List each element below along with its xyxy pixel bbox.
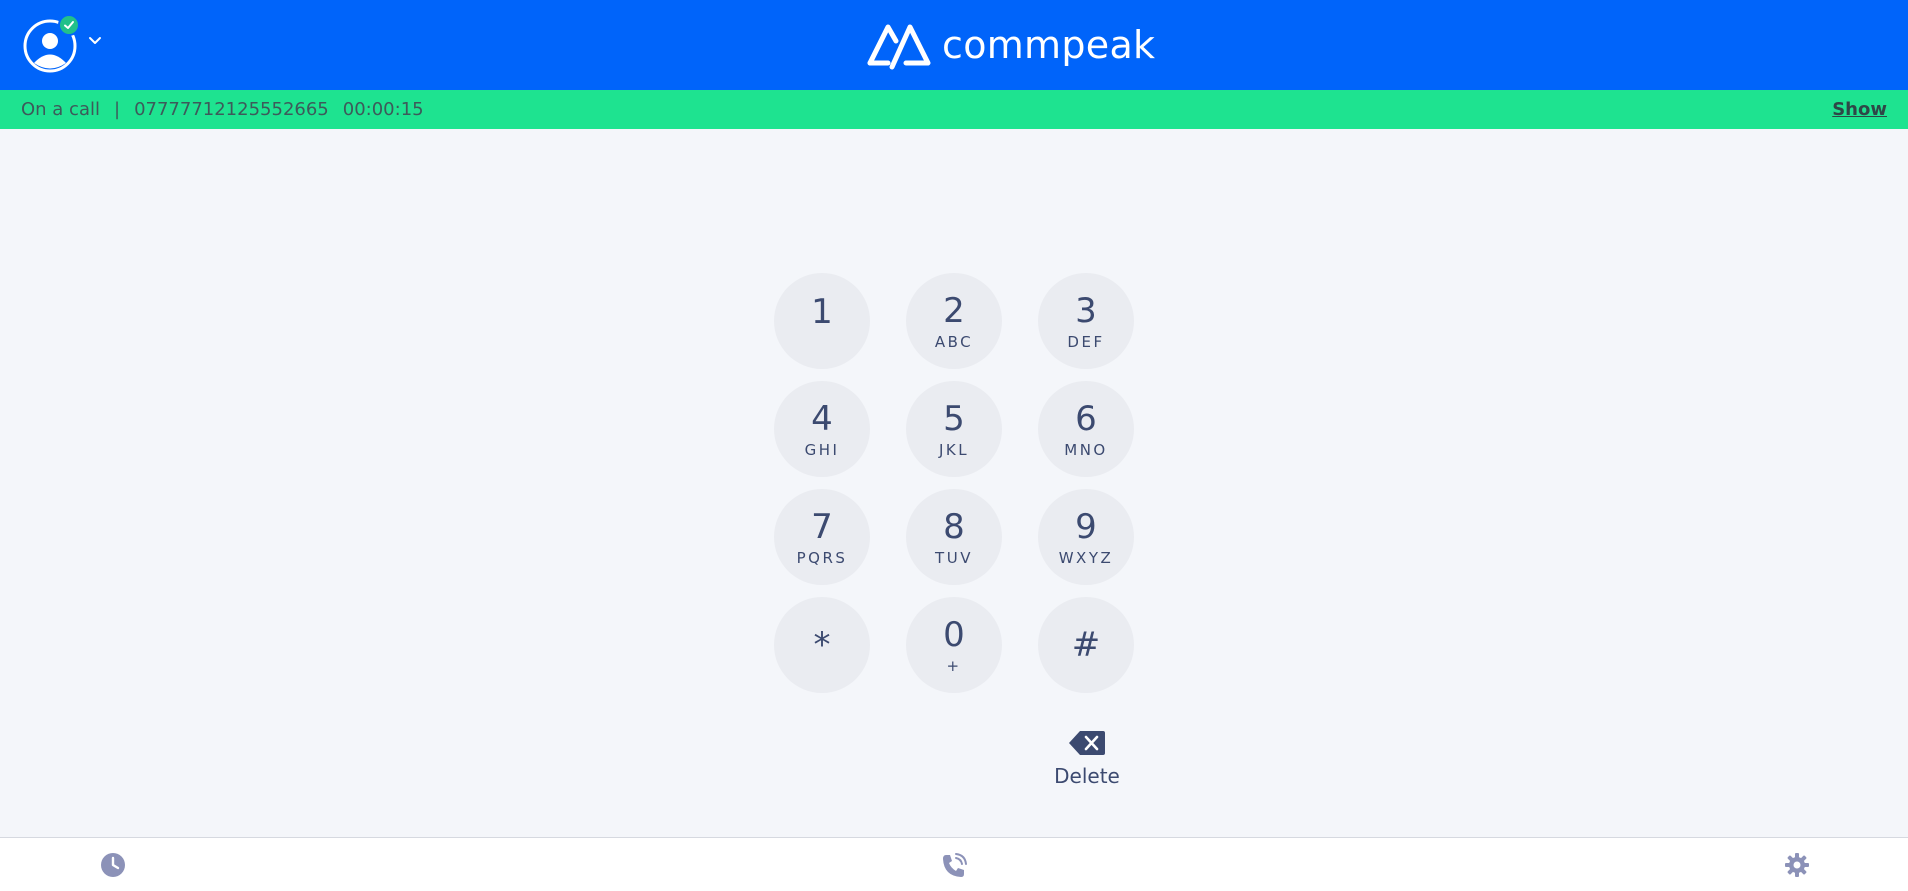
show-call-link[interactable]: Show (1832, 99, 1887, 120)
key-letters: + (946, 657, 962, 675)
dialpad-key-star[interactable]: * (774, 597, 870, 693)
dialpad-key-hash[interactable]: # (1038, 597, 1134, 693)
bottom-nav (0, 837, 1908, 891)
commpeak-logo-icon (867, 24, 931, 70)
key-digit: 9 (1075, 507, 1097, 547)
key-digit: * (813, 625, 831, 665)
key-digit: 3 (1075, 291, 1097, 331)
key-letters: TUV (935, 549, 973, 567)
key-letters: PQRS (796, 549, 848, 567)
key-digit: 1 (811, 292, 833, 332)
commpeak-logo: commpeak (866, 18, 1155, 72)
key-digit: 0 (943, 615, 965, 655)
delete-label: Delete (1054, 764, 1120, 788)
check-icon (64, 21, 74, 29)
dialpad-key-3[interactable]: 3 DEF (1038, 273, 1134, 369)
call-phone-number: 07777712125552665 (134, 99, 329, 120)
delete-button[interactable]: Delete (1036, 730, 1138, 802)
dialpad-key-4[interactable]: 4 GHI (774, 381, 870, 477)
logo-text: commpeak (942, 23, 1156, 67)
clock-icon[interactable] (100, 852, 126, 878)
backspace-icon (1069, 731, 1105, 755)
call-separator: | (113, 99, 121, 120)
key-digit: 8 (943, 507, 965, 547)
dialpad-key-2[interactable]: 2 ABC (906, 273, 1002, 369)
key-digit: # (1071, 625, 1101, 665)
header: commpeak (0, 0, 1908, 90)
call-status: On a call (21, 99, 100, 120)
key-digit: 5 (943, 399, 965, 439)
phone-ringing-icon[interactable] (940, 852, 968, 880)
key-digit: 2 (943, 291, 965, 331)
gear-icon[interactable] (1784, 852, 1810, 878)
chevron-down-icon[interactable] (88, 36, 102, 46)
dialpad-key-0[interactable]: 0 + (906, 597, 1002, 693)
dialpad-key-8[interactable]: 8 TUV (906, 489, 1002, 585)
dialpad-key-5[interactable]: 5 JKL (906, 381, 1002, 477)
key-letters: DEF (1067, 333, 1105, 351)
dialpad-key-7[interactable]: 7 PQRS (774, 489, 870, 585)
dialpad-key-9[interactable]: 9 WXYZ (1038, 489, 1134, 585)
key-letters: GHI (804, 441, 840, 459)
key-letters: JKL (938, 441, 970, 459)
active-call-banner: On a call | 07777712125552665 00:00:15 S… (0, 90, 1908, 129)
key-digit: 4 (811, 399, 833, 439)
key-letters: ABC (934, 333, 974, 351)
softphone-app: commpeak On a call | 07777712125552665 0… (0, 0, 1908, 891)
avatar[interactable] (22, 14, 82, 74)
dialpad-key-1[interactable]: 1 (774, 273, 870, 369)
dialpad-key-6[interactable]: 6 MNO (1038, 381, 1134, 477)
status-online-badge (58, 14, 80, 36)
key-letters: MNO (1064, 441, 1108, 459)
call-duration: 00:00:15 (342, 99, 424, 120)
key-digit: 7 (811, 507, 833, 547)
key-letters: WXYZ (1058, 549, 1114, 567)
key-digit: 6 (1075, 399, 1097, 439)
